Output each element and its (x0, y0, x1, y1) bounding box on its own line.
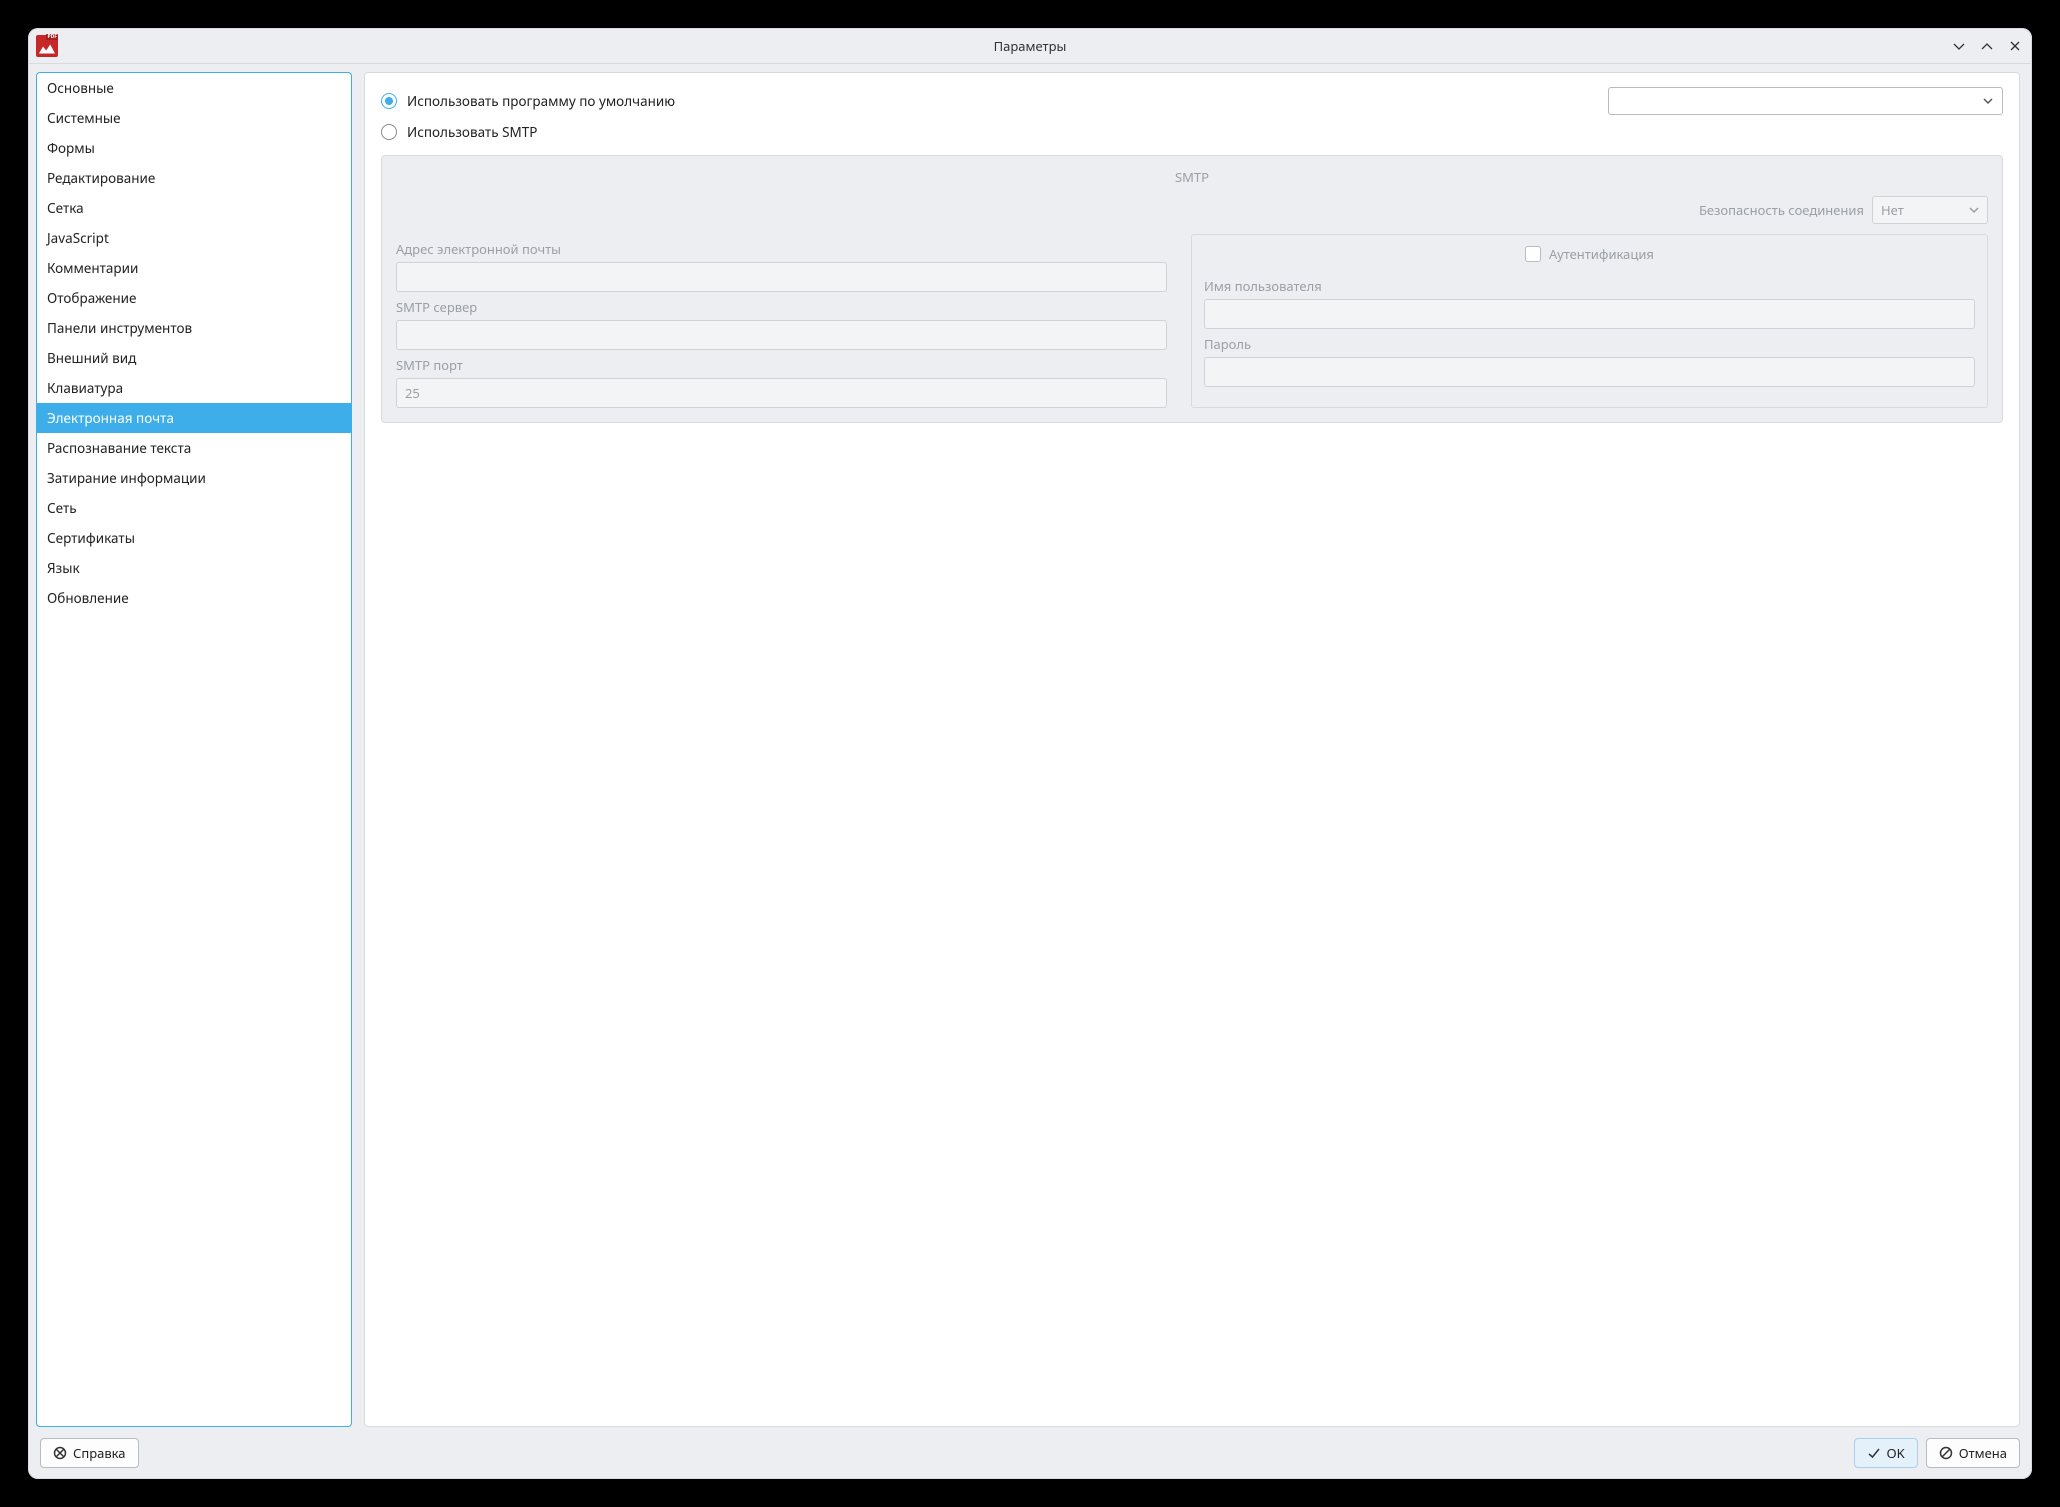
smtp-group-title: SMTP (396, 168, 1988, 186)
auth-checkbox[interactable] (1525, 246, 1541, 262)
smtp-server-label: SMTP сервер (396, 298, 1167, 316)
sidebar-item-5[interactable]: JavaScript (37, 223, 351, 253)
sidebar-item-12[interactable]: Распознавание текста (37, 433, 351, 463)
smtp-group: SMTP Безопасность соединения Нет Адрес э… (381, 155, 2003, 423)
smtp-columns: Адрес электронной почты SMTP сервер SMTP… (396, 234, 1988, 408)
sidebar-item-0[interactable]: Основные (37, 73, 351, 103)
sidebar-item-3[interactable]: Редактирование (37, 163, 351, 193)
radio-use-default-label: Использовать программу по умолчанию (407, 92, 675, 110)
password-input[interactable] (1204, 357, 1975, 387)
security-select[interactable]: Нет (1872, 196, 1988, 224)
radio-use-smtp-row: Использовать SMTP (381, 123, 2003, 141)
help-button[interactable]: Справка (40, 1438, 139, 1468)
default-program-select[interactable] (1608, 87, 2003, 115)
minimize-button-icon[interactable] (1950, 37, 1968, 55)
dialog-footer: Справка OK Отмена (28, 1427, 2032, 1479)
sidebar-item-8[interactable]: Панели инструментов (37, 313, 351, 343)
help-button-label: Справка (73, 1444, 126, 1462)
sidebar-item-2[interactable]: Формы (37, 133, 351, 163)
window-controls (1950, 37, 2024, 55)
smtp-auth-column: Аутентификация Имя пользователя Пароль (1191, 234, 1988, 408)
radio-use-smtp-label: Использовать SMTP (407, 123, 537, 141)
smtp-left-column: Адрес электронной почты SMTP сервер SMTP… (396, 234, 1167, 408)
dialog-body: ОсновныеСистемныеФормыРедактированиеСетк… (28, 64, 2032, 1427)
email-address-input[interactable] (396, 262, 1167, 292)
sidebar-item-6[interactable]: Комментарии (37, 253, 351, 283)
auth-row: Аутентификация (1204, 245, 1975, 263)
email-address-label: Адрес электронной почты (396, 240, 1167, 258)
app-icon (36, 35, 58, 57)
username-input[interactable] (1204, 299, 1975, 329)
radio-use-default[interactable] (381, 93, 397, 109)
username-label: Имя пользователя (1204, 277, 1975, 295)
close-button-icon[interactable] (2006, 37, 2024, 55)
sidebar-item-15[interactable]: Сертификаты (37, 523, 351, 553)
sidebar-item-7[interactable]: Отображение (37, 283, 351, 313)
email-settings-panel: Использовать программу по умолчанию Испо… (364, 72, 2020, 1427)
window-title: Параметры (28, 37, 2032, 55)
titlebar: Параметры (28, 28, 2032, 64)
ok-button-label: OK (1887, 1444, 1905, 1462)
password-label: Пароль (1204, 335, 1975, 353)
check-icon (1867, 1446, 1881, 1460)
smtp-port-label: SMTP порт (396, 356, 1167, 374)
sidebar-item-10[interactable]: Клавиатура (37, 373, 351, 403)
smtp-server-input[interactable] (396, 320, 1167, 350)
sidebar-item-4[interactable]: Сетка (37, 193, 351, 223)
radio-use-smtp[interactable] (381, 124, 397, 140)
sidebar-item-9[interactable]: Внешний вид (37, 343, 351, 373)
sidebar-item-13[interactable]: Затирание информации (37, 463, 351, 493)
cancel-button-label: Отмена (1959, 1444, 2007, 1462)
security-label: Безопасность соединения (1699, 201, 1864, 219)
security-value: Нет (1881, 201, 1904, 219)
cancel-button[interactable]: Отмена (1926, 1438, 2020, 1468)
category-list[interactable]: ОсновныеСистемныеФормыРедактированиеСетк… (36, 72, 352, 1427)
auth-label: Аутентификация (1549, 245, 1654, 263)
ok-button[interactable]: OK (1854, 1438, 1918, 1468)
sidebar-item-16[interactable]: Язык (37, 553, 351, 583)
smtp-port-input[interactable]: 25 (396, 378, 1167, 408)
cancel-icon (1939, 1446, 1953, 1460)
sidebar-item-14[interactable]: Сеть (37, 493, 351, 523)
sidebar-item-17[interactable]: Обновление (37, 583, 351, 613)
maximize-button-icon[interactable] (1978, 37, 1996, 55)
sidebar-item-1[interactable]: Системные (37, 103, 351, 133)
radio-use-default-row: Использовать программу по умолчанию (381, 87, 2003, 115)
preferences-window: Параметры ОсновныеСистемныеФормыРедактир… (28, 28, 2032, 1479)
security-row: Безопасность соединения Нет (396, 196, 1988, 224)
help-icon (53, 1446, 67, 1460)
sidebar-item-11[interactable]: Электронная почта (37, 403, 351, 433)
